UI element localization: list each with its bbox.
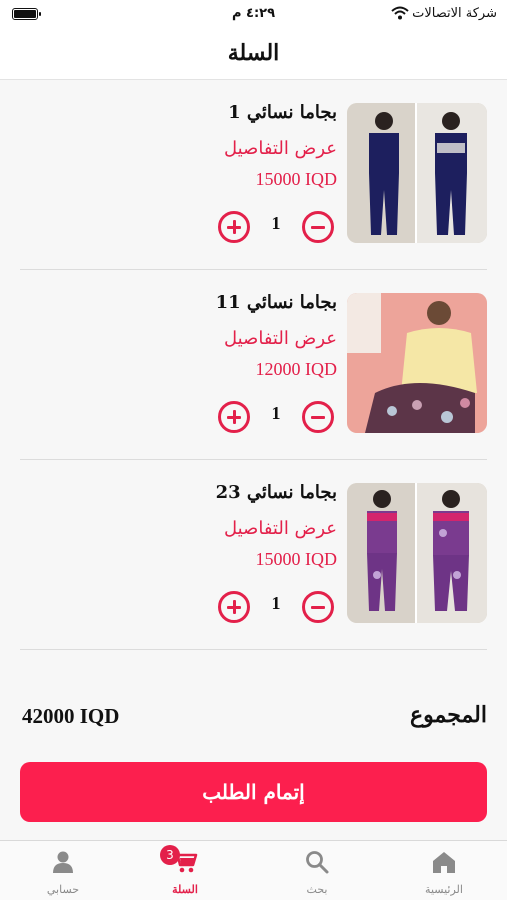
quantity-value: 1 xyxy=(271,403,281,423)
product-name: بجاما نسائي 11 xyxy=(215,292,337,313)
product-image[interactable] xyxy=(347,103,487,243)
nav-header: السلة xyxy=(0,30,507,80)
home-icon xyxy=(433,852,455,873)
increase-quantity-button[interactable] xyxy=(218,211,250,243)
tab-label: بحث xyxy=(306,883,328,896)
carrier-name: شركة الاتصالات xyxy=(412,6,497,21)
status-bar: ٤:٢٩ م شركة الاتصالات xyxy=(0,0,507,30)
tab-cart[interactable]: 3 السلة xyxy=(122,841,248,900)
decrease-quantity-button[interactable] xyxy=(302,591,334,623)
tab-label: الرئيسية xyxy=(425,883,463,896)
view-details-link[interactable]: عرض التفاصيل xyxy=(224,136,337,162)
tab-bar: حسابي 3 السلة بحث الرئيسية xyxy=(0,840,507,900)
product-price: 15000 IQD xyxy=(255,549,338,569)
total-label: المجموع xyxy=(410,702,487,728)
page-title: السلة xyxy=(227,40,280,66)
product-image[interactable] xyxy=(347,483,487,623)
product-price: 15000 IQD xyxy=(255,169,338,189)
product-name: بجاما نسائي 1 xyxy=(228,102,337,123)
total-value: 42000 IQD xyxy=(22,704,120,728)
search-icon xyxy=(306,851,329,874)
view-details-link[interactable]: عرض التفاصيل xyxy=(216,516,337,542)
cart-item: بجاما نسائي 23 عرض التفاصيل 15000 IQD 1 xyxy=(20,460,487,650)
wifi-icon xyxy=(391,6,409,20)
tab-home[interactable]: الرئيسية xyxy=(381,841,507,900)
tab-search[interactable]: بحث xyxy=(254,841,380,900)
tab-account[interactable]: حسابي xyxy=(0,841,126,900)
decrease-quantity-button[interactable] xyxy=(302,211,334,243)
cart-total: المجموع 42000 IQD xyxy=(20,700,487,736)
tab-label: حسابي xyxy=(46,883,80,896)
person-icon xyxy=(53,851,73,873)
cart-item: بجاما نسائي 11 عرض التفاصيل 12000 IQD 1 xyxy=(20,270,487,460)
quantity-stepper: 1 xyxy=(218,210,334,244)
product-price: 12000 IQD xyxy=(255,359,338,379)
cart-count-badge: 3 xyxy=(160,845,180,865)
cart-item: بجاما نسائي 1 عرض التفاصيل 15000 IQD 1 xyxy=(20,80,487,270)
checkout-button[interactable]: إتمام الطلب xyxy=(20,762,487,822)
divider xyxy=(20,649,487,650)
product-name: بجاما نسائي 23 xyxy=(215,482,337,503)
increase-quantity-button[interactable] xyxy=(218,591,250,623)
decrease-quantity-button[interactable] xyxy=(302,401,334,433)
product-image[interactable] xyxy=(347,293,487,433)
tab-label: السلة xyxy=(172,883,198,896)
view-details-link[interactable]: عرض التفاصيل xyxy=(216,326,337,352)
quantity-stepper: 1 xyxy=(218,400,334,434)
quantity-value: 1 xyxy=(271,593,281,613)
quantity-value: 1 xyxy=(271,213,281,233)
quantity-stepper: 1 xyxy=(218,590,334,624)
increase-quantity-button[interactable] xyxy=(218,401,250,433)
